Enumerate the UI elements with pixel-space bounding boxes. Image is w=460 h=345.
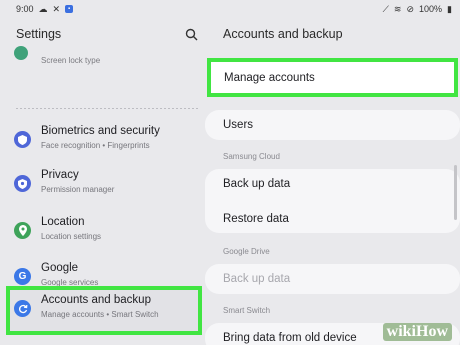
google-drive-back-up-label: Back up data xyxy=(223,273,291,285)
list-item-title: Biometrics and security xyxy=(41,125,160,137)
users-item[interactable]: Users xyxy=(205,110,460,140)
location-pin-icon xyxy=(14,222,31,239)
panel-title: Accounts and backup xyxy=(223,27,343,41)
manage-accounts-label: Manage accounts xyxy=(224,71,315,84)
list-item-subtitle: Screen lock type xyxy=(41,56,101,65)
battery-icon: ▮ xyxy=(447,3,452,14)
list-item-subtitle: Face recognition • Fingerprints xyxy=(41,141,150,150)
wifi-icon: ≋ xyxy=(393,3,402,14)
restore-data-label: Restore data xyxy=(223,213,289,225)
page-title: Settings xyxy=(16,27,62,41)
status-bar: 9:00 ☁ ✕ ▪ ⟋ ≋ ⊘ 100% ▮ xyxy=(0,0,460,18)
list-item-lock-screen[interactable]: Screen lock type xyxy=(0,46,205,73)
watermark: wikiHow xyxy=(382,323,452,341)
section-header-samsung-cloud: Samsung Cloud xyxy=(223,152,280,161)
section-header-smart-switch: Smart Switch xyxy=(223,306,271,315)
sync-icon xyxy=(14,300,31,317)
lock-screen-icon xyxy=(14,46,28,60)
list-item-subtitle: Manage accounts • Smart Switch xyxy=(41,310,159,319)
privacy-shield-icon xyxy=(14,175,31,192)
list-item-title: Accounts and backup xyxy=(41,294,151,306)
status-bar-right: ⟋ ≋ ⊘ 100% ▮ xyxy=(383,4,452,15)
back-up-data-item[interactable]: Back up data xyxy=(205,169,460,199)
back-up-data-label: Back up data xyxy=(223,178,291,190)
manage-accounts-item[interactable]: Manage accounts xyxy=(207,58,458,97)
bring-data-label: Bring data from old device xyxy=(223,332,357,344)
sidebar-item-location[interactable]: Location Location settings xyxy=(0,208,205,252)
settings-header: Settings xyxy=(16,27,198,41)
clock: 9:00 xyxy=(16,4,34,14)
divider xyxy=(16,108,198,109)
list-item-title: Privacy xyxy=(41,169,79,181)
section-header-google-drive: Google Drive xyxy=(223,247,270,256)
list-item-title: Location xyxy=(41,216,85,228)
edit-icon: ⟋ xyxy=(382,3,389,14)
scrollbar[interactable] xyxy=(454,165,457,220)
battery-text: 100% xyxy=(419,4,443,14)
sidebar-item-biometrics[interactable]: Biometrics and security Face recognition… xyxy=(0,117,205,161)
cloud-icon: ☁ xyxy=(38,3,48,14)
shield-icon xyxy=(14,131,31,148)
google-icon: G xyxy=(14,268,31,285)
search-icon[interactable] xyxy=(185,28,198,41)
restore-data-item[interactable]: Restore data xyxy=(205,204,460,234)
dnd-icon: ⊘ xyxy=(406,3,415,14)
sidebar-item-accounts-and-backup[interactable]: Accounts and backup Manage accounts • Sm… xyxy=(6,286,202,335)
list-item-subtitle: Location settings xyxy=(41,232,102,241)
list-item-subtitle: Permission manager xyxy=(41,185,115,194)
users-label: Users xyxy=(223,119,254,131)
google-drive-back-up-item[interactable]: Back up data xyxy=(205,264,460,294)
list-item-title: Google xyxy=(41,262,79,274)
mute-icon: ✕ xyxy=(52,3,61,14)
settings-list-panel: Settings Screen lock type Biometrics and… xyxy=(0,18,205,345)
sidebar-item-privacy[interactable]: Privacy Permission manager xyxy=(0,161,205,205)
status-bar-left: 9:00 ☁ ✕ ▪ xyxy=(16,3,74,15)
app-icon: ▪ xyxy=(65,5,74,13)
accounts-and-backup-panel: Accounts and backup Manage accounts User… xyxy=(205,18,460,345)
